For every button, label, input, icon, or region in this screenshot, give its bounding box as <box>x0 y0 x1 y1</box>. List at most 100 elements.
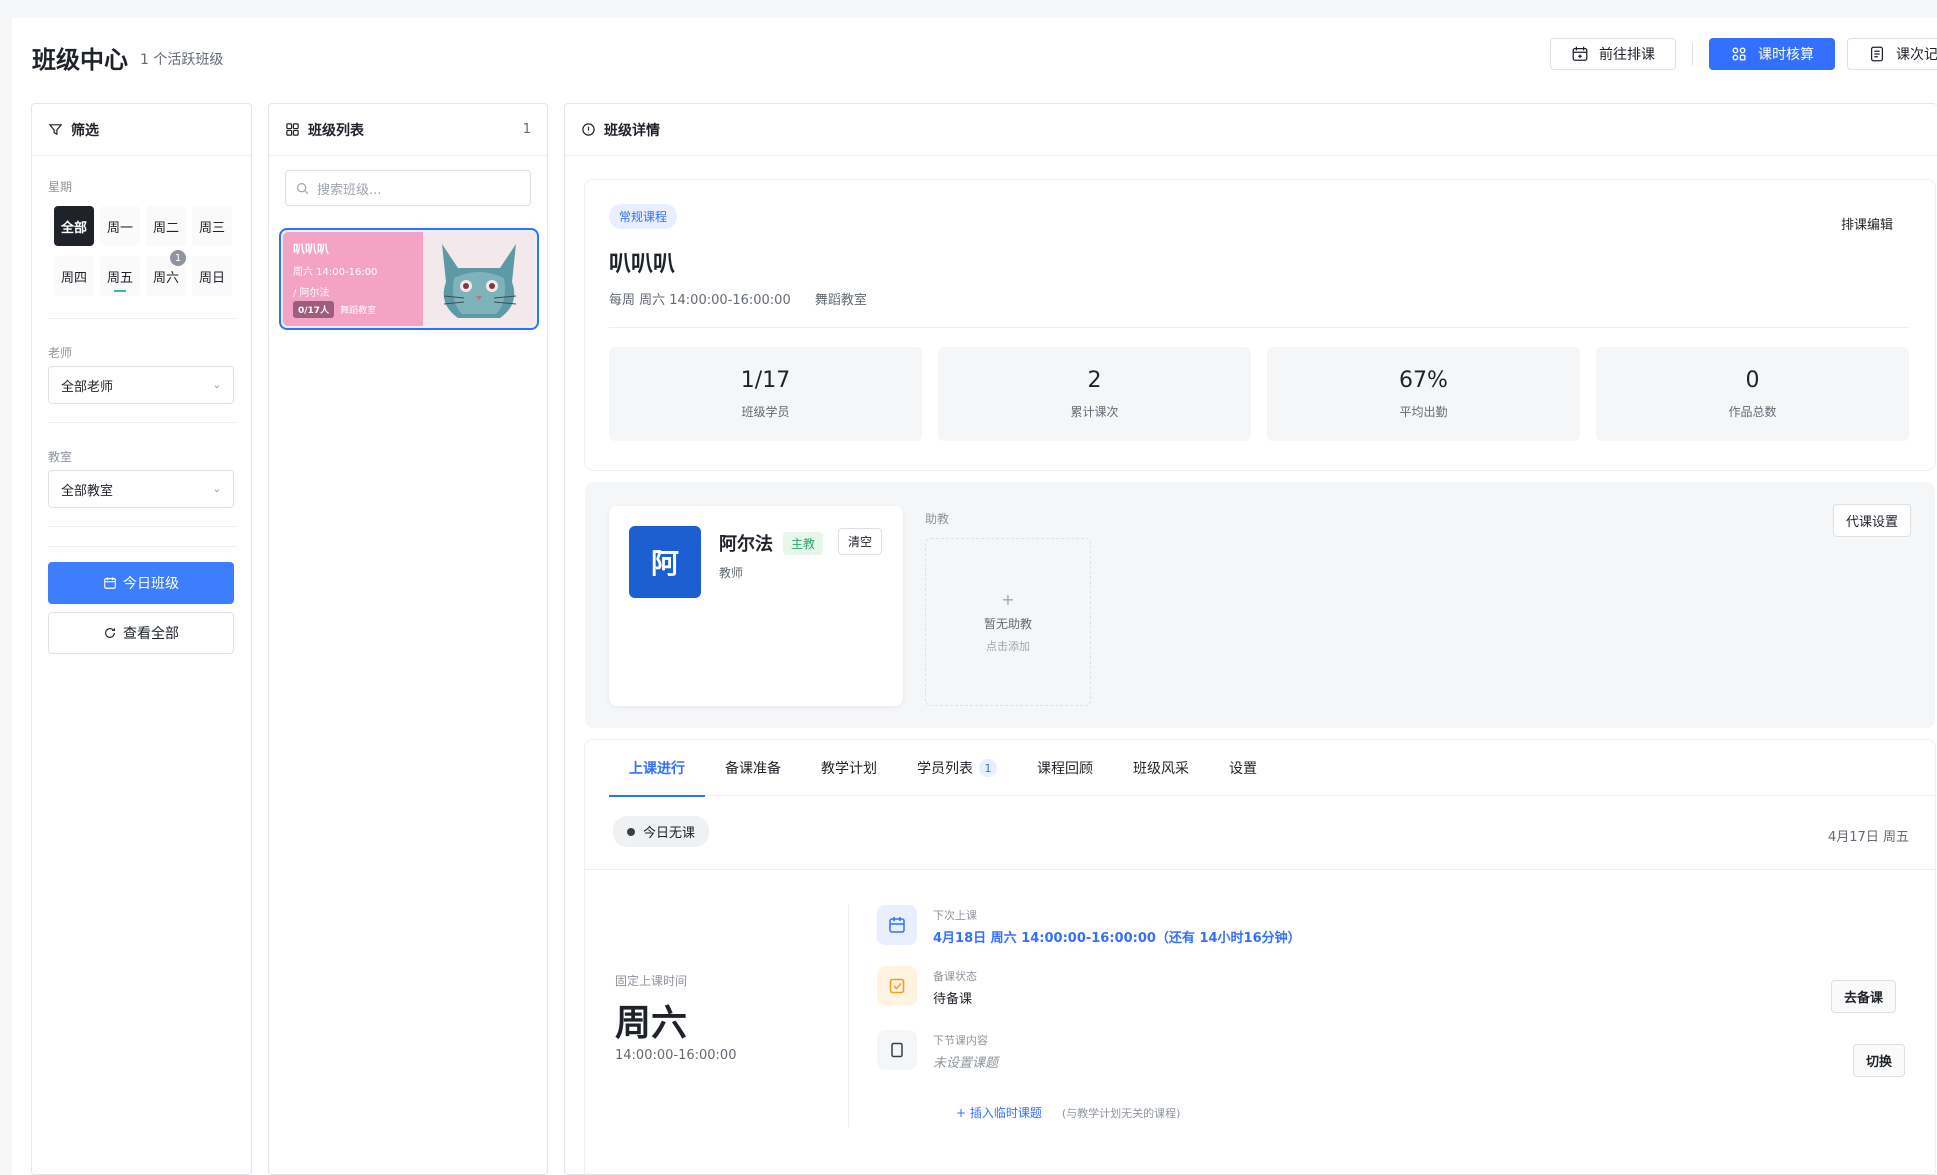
filter-header: 筛选 <box>32 104 251 156</box>
tab-label: 课程回顾 <box>1037 761 1093 777</box>
next-class-value: 4月18日 周六 14:00:00-16:00:00（还有 14小时16分钟） <box>933 931 1301 946</box>
day-mon[interactable]: 周一 <box>100 206 140 246</box>
classroom-select-value: 全部教室 <box>61 483 114 499</box>
day-wed[interactable]: 周三 <box>192 206 232 246</box>
class-list-header: 班级列表 1 <box>269 104 547 156</box>
students-count-badge: 1 <box>979 759 997 777</box>
go-schedule-label: 前往排课 <box>1599 47 1655 63</box>
filter-panel: 筛选 星期 全部 周一 周二 周三 周四 周五 周六 1 周日 老师 全部老师 ⌄… <box>31 103 252 1175</box>
next-content-label: 下节课内容 <box>933 1034 988 1047</box>
today-status-row: 今日无课 4月17日 周五 <box>585 796 1935 870</box>
weekday-label: 星期 <box>48 180 73 194</box>
class-room: 舞蹈教室 <box>814 293 867 308</box>
class-schedule: 每周 周六 14:00:00-16:00:00 <box>609 293 791 308</box>
next-class-text: 下次上课 4月18日 周六 14:00:00-16:00:00（还有 14小时1… <box>933 905 1301 946</box>
prep-status-row: 备课状态 待备课 <box>877 966 977 1007</box>
chevron-down-icon: ⌄ <box>212 483 221 495</box>
tab-in-class[interactable]: 上课进行 <box>609 740 705 797</box>
stat-works: 0 作品总数 <box>1596 347 1909 441</box>
today-classes-button[interactable]: 今日班级 <box>48 562 234 604</box>
assistant-label: 助教 <box>925 512 950 526</box>
teacher-select[interactable]: 全部老师 ⌄ <box>48 366 234 404</box>
class-list-panel: 班级列表 1 搜索班级... 叭叭叭 周六 14:00-16:00 / 阿尔法 … <box>268 103 548 1175</box>
detail-header: 班级详情 <box>565 104 1937 156</box>
chevron-down-icon: ⌄ <box>212 379 221 391</box>
day-sat-label: 周六 <box>152 270 179 286</box>
filter-title: 筛选 <box>71 122 99 139</box>
go-schedule-button[interactable]: 前往排课 <box>1550 38 1676 70</box>
plus-icon: + <box>1001 590 1015 609</box>
tab-lesson-prep[interactable]: 备课准备 <box>705 740 801 796</box>
next-class-label: 下次上课 <box>933 909 977 922</box>
tab-teaching-plan[interactable]: 教学计划 <box>801 740 897 796</box>
classroom-label: 教室 <box>48 450 73 464</box>
status-dot-icon <box>627 827 635 836</box>
stat-value: 67% <box>1399 368 1448 393</box>
tab-label: 备课准备 <box>725 761 781 777</box>
class-name: 叭叭叭 <box>609 252 676 277</box>
cat-illustration-icon <box>442 244 517 318</box>
day-all[interactable]: 全部 <box>54 206 94 246</box>
today-classes-label: 今日班级 <box>123 576 179 592</box>
grid-icon <box>1732 47 1746 61</box>
info-icon <box>582 123 595 136</box>
add-assistant-hint: 点击添加 <box>986 640 1030 653</box>
filter-icon <box>48 124 63 136</box>
tab-review[interactable]: 课程回顾 <box>1017 740 1113 796</box>
day-sun[interactable]: 周日 <box>192 256 232 296</box>
day-tue[interactable]: 周二 <box>146 206 186 246</box>
header-actions: 前往排课 课时核算 课次记录 <box>1550 38 1937 70</box>
today-status-chip: 今日无课 <box>613 816 710 847</box>
stat-value: 1/17 <box>740 368 791 393</box>
calendar-icon <box>104 577 116 589</box>
teacher-label: 老师 <box>48 346 73 360</box>
page-title: 班级中心 <box>32 46 128 74</box>
teacher-select-value: 全部老师 <box>61 379 114 395</box>
teacher-title: 教师 <box>719 566 744 580</box>
filter-divider <box>48 318 237 319</box>
filter-divider <box>48 546 237 547</box>
class-card-students: 0/17人 <box>293 301 335 318</box>
day-sat[interactable]: 周六 1 <box>146 250 186 296</box>
class-stats: 1/17 班级学员 2 累计课次 67% 平均出勤 0 作品总数 <box>609 347 1909 441</box>
classroom-select[interactable]: 全部教室 ⌄ <box>48 470 234 508</box>
class-search-input[interactable]: 搜索班级... <box>285 170 531 206</box>
class-info-card: 常规课程 排课编辑 叭叭叭 每周 周六 14:00:00-16:00:00 舞蹈… <box>585 180 1935 470</box>
hours-accounting-button[interactable]: 课时核算 <box>1709 38 1835 70</box>
tab-label: 设置 <box>1229 761 1257 777</box>
fixed-time: 14:00:00-16:00:00 <box>615 1048 737 1063</box>
stat-sessions: 2 累计课次 <box>938 347 1251 441</box>
teacher-role-badge: 主教 <box>783 532 824 555</box>
add-assistant-button[interactable]: + 暂无助教 点击添加 <box>925 538 1091 706</box>
filter-divider <box>48 422 237 423</box>
session-records-button[interactable]: 课次记录 <box>1847 38 1937 70</box>
view-all-button[interactable]: 查看全部 <box>48 612 234 654</box>
tab-students[interactable]: 学员列表 1 <box>897 740 1017 796</box>
tab-settings[interactable]: 设置 <box>1209 740 1277 796</box>
substitute-settings-button[interactable]: 代课设置 <box>1833 504 1912 537</box>
stat-value: 2 <box>1087 368 1102 393</box>
insert-temp-topic-link[interactable]: + 插入临时课题 <box>956 1104 1042 1121</box>
current-date: 4月17日 周五 <box>1828 830 1909 845</box>
view-all-label: 查看全部 <box>123 626 179 642</box>
class-card[interactable]: 叭叭叭 周六 14:00-16:00 / 阿尔法 0/17人 舞蹈教室 <box>279 228 539 330</box>
stat-label: 班级学员 <box>741 405 790 419</box>
class-tabs-card: 上课进行 备课准备 教学计划 学员列表 1 课程回顾 班级风采 设置 今日无课 4… <box>585 740 1935 1174</box>
tab-label: 学员列表 <box>917 761 973 777</box>
edit-schedule-link[interactable]: 排课编辑 <box>1841 214 1893 233</box>
tab-label: 班级风采 <box>1133 761 1189 777</box>
class-card-room: 舞蹈教室 <box>340 306 377 316</box>
stat-label: 作品总数 <box>1728 405 1777 419</box>
fixed-day: 周六 <box>615 1003 688 1044</box>
prep-status-text: 备课状态 待备课 <box>933 966 977 1007</box>
day-fri[interactable]: 周五 <box>100 256 140 296</box>
main-teacher-card: 阿 阿尔法 主教 清空 教师 <box>609 506 903 706</box>
tab-gallery[interactable]: 班级风采 <box>1113 740 1209 796</box>
clear-teacher-button[interactable]: 清空 <box>838 528 883 555</box>
class-count: 1 <box>522 122 531 137</box>
day-thu[interactable]: 周四 <box>54 256 94 296</box>
tab-label: 上课进行 <box>629 761 685 777</box>
go-prep-button[interactable]: 去备课 <box>1831 980 1897 1013</box>
header-separator <box>1692 43 1693 65</box>
switch-button[interactable]: 切换 <box>1853 1044 1906 1077</box>
